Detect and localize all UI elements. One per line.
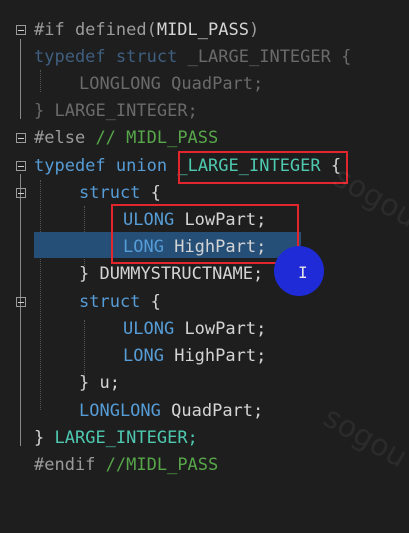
punctuation: } (79, 373, 90, 393)
annotation-box-type-name (178, 151, 348, 184)
fold-toggle-icon[interactable] (16, 297, 26, 307)
identifier: u; (99, 373, 120, 393)
code-line[interactable]: typedef struct _LARGE_INTEGER { (0, 44, 409, 71)
annotation-box-fields (111, 204, 299, 264)
preprocessor-directive: #if defined( (34, 20, 157, 40)
code-line[interactable]: } u; (0, 370, 409, 397)
type-name: LONG (123, 346, 164, 366)
code-line[interactable]: #if defined(MIDL_PASS) (0, 17, 409, 44)
punctuation: ) (248, 20, 260, 40)
code-line[interactable]: ULONG LowPart; (0, 316, 409, 343)
keyword: typedef (34, 47, 106, 67)
code-line[interactable]: #else // MIDL_PASS (0, 125, 409, 152)
fold-toggle-icon[interactable] (16, 133, 26, 143)
fold-toggle-icon[interactable] (16, 188, 26, 198)
code-line[interactable]: LONG HighPart; (0, 343, 409, 370)
field-name: QuadPart; (171, 74, 264, 94)
punctuation: } (79, 264, 90, 284)
fold-toggle-icon[interactable] (16, 161, 26, 171)
code-line[interactable]: } LARGE_INTEGER; (0, 98, 409, 125)
preprocessor-directive: #else (34, 128, 86, 148)
punctuation: { (150, 292, 161, 312)
code-line[interactable]: } DUMMYSTRUCTNAME; (0, 261, 409, 288)
type-name: LONGLONG (79, 401, 161, 421)
keyword: struct (115, 47, 178, 67)
comment: // MIDL_PASS (95, 128, 219, 148)
punctuation: { (150, 183, 161, 203)
fold-toggle-icon[interactable] (16, 25, 26, 35)
keyword: union (115, 156, 168, 176)
identifier: LARGE_INTEGER; (54, 101, 198, 121)
type-name: LONGLONG (79, 74, 161, 94)
type-name: LARGE_INTEGER; (54, 428, 198, 448)
code-line[interactable]: struct { (0, 289, 409, 316)
field-name: HighPart; (174, 346, 267, 366)
field-name: LowPart; (184, 319, 267, 339)
identifier: _LARGE_INTEGER (187, 47, 331, 67)
text-cursor-icon: I (298, 263, 308, 282)
keyword: typedef (34, 156, 106, 176)
code-line[interactable]: LONGLONG QuadPart; (0, 71, 409, 98)
macro-name: MIDL_PASS (156, 20, 249, 40)
keyword: struct (79, 292, 141, 312)
preprocessor-directive: #endif (34, 455, 96, 475)
type-name: ULONG (123, 319, 175, 339)
punctuation: } (34, 101, 45, 121)
punctuation: } (34, 428, 45, 448)
keyword: struct (79, 183, 141, 203)
identifier: DUMMYSTRUCTNAME; (99, 264, 264, 284)
field-name: QuadPart; (171, 401, 264, 421)
comment: //MIDL_PASS (105, 455, 219, 475)
code-line[interactable]: #endif //MIDL_PASS (0, 452, 409, 479)
code-editor[interactable]: #if defined(MIDL_PASS) typedef struct _L… (0, 0, 409, 487)
punctuation: { (341, 47, 352, 67)
